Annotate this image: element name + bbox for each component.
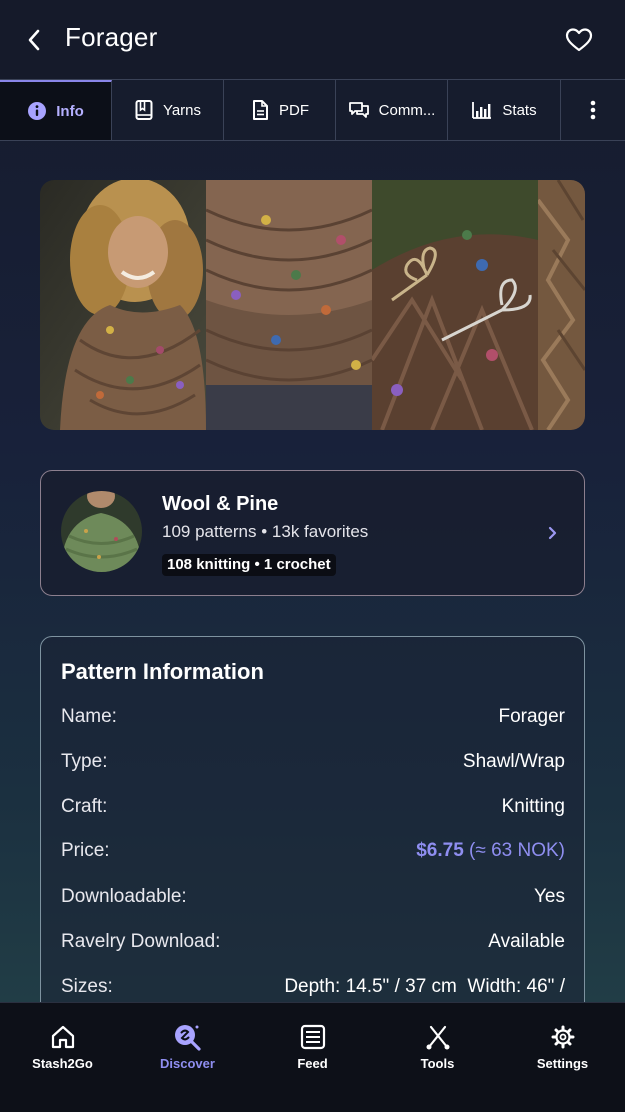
nav-label: Feed (297, 1056, 328, 1071)
chevron-left-icon (28, 29, 40, 51)
row-label: Name: (61, 706, 117, 727)
app-header: Forager (0, 0, 625, 80)
nav-tools[interactable]: Tools (375, 1003, 500, 1112)
discover-icon (174, 1025, 201, 1051)
info-row-downloadable: Downloadable: Yes (61, 883, 565, 911)
row-label: Downloadable: (61, 886, 187, 907)
info-row-ravelry-download: Ravelry Download: Available (61, 928, 565, 956)
price-amount: $6.75 (416, 840, 464, 861)
tab-yarns[interactable]: Yarns (112, 80, 224, 140)
nav-stash2go[interactable]: Stash2Go (0, 1003, 125, 1112)
favorite-button[interactable] (563, 24, 595, 56)
comments-icon (348, 100, 370, 120)
nav-feed[interactable]: Feed (250, 1003, 375, 1112)
section-title: Pattern Information (61, 659, 264, 684)
info-row-sizes: Sizes: Depth: 14.5" / 37 cm Width: 46" / (61, 973, 565, 1001)
row-value: Yes (534, 886, 565, 907)
info-icon (27, 101, 47, 121)
designer-stats: 109 patterns • 13k favorites (162, 522, 369, 541)
stats-icon (471, 100, 493, 120)
row-label: Sizes: (61, 976, 113, 997)
chevron-right-icon (548, 526, 557, 540)
tab-label: Comm... (378, 101, 436, 119)
more-menu-button[interactable] (561, 80, 625, 140)
price-converted: (≈ 63 NOK) (463, 840, 565, 861)
tab-label: Info (56, 102, 84, 120)
tab-bar: Info Yarns PDF Comm... Stats (0, 79, 625, 141)
settings-icon (551, 1025, 574, 1049)
info-row-type: Type: Shawl/Wrap (61, 748, 565, 776)
row-value: Forager (498, 706, 565, 727)
tab-comments[interactable]: Comm... (336, 80, 448, 140)
row-value: Knitting (501, 796, 565, 817)
feed-icon (300, 1024, 325, 1050)
info-row-price: Price: $6.75 (≈ 63 NOK) (61, 837, 565, 865)
tab-label: Stats (502, 101, 537, 119)
row-value: Depth: 14.5" / 37 cm Width: 46" / (284, 976, 565, 997)
pattern-photo[interactable] (206, 180, 372, 430)
row-value: Shawl/Wrap (462, 751, 565, 772)
nav-label: Discover (160, 1056, 215, 1071)
nav-label: Tools (420, 1056, 455, 1071)
more-vertical-icon (590, 100, 596, 120)
page-title: Forager (65, 22, 158, 52)
tab-info[interactable]: Info (0, 80, 112, 140)
pattern-photo[interactable] (40, 180, 206, 430)
tools-icon (426, 1025, 449, 1050)
info-row-name: Name: Forager (61, 703, 565, 731)
pattern-photo-gallery[interactable] (40, 180, 585, 430)
pattern-photo[interactable] (372, 180, 538, 430)
tab-stats[interactable]: Stats (448, 80, 561, 140)
row-label: Craft: (61, 796, 108, 817)
designer-name: Wool & Pine (162, 493, 279, 515)
price-value[interactable]: $6.75 (≈ 63 NOK) (416, 840, 565, 862)
pattern-photo[interactable] (538, 180, 585, 430)
row-label: Type: (61, 751, 108, 772)
book-icon (134, 99, 154, 121)
document-icon (250, 99, 270, 121)
row-label: Ravelry Download: (61, 931, 221, 952)
info-row-craft: Craft: Knitting (61, 793, 565, 821)
tab-label: PDF (279, 101, 309, 119)
back-button[interactable] (18, 22, 50, 58)
craft-count-badge: 108 knitting • 1 crochet (162, 554, 336, 576)
nav-label: Stash2Go (32, 1056, 93, 1071)
tab-pdf[interactable]: PDF (224, 80, 336, 140)
home-icon (51, 1025, 74, 1049)
bottom-navigation: Stash2Go Discover Feed Tools Settings (0, 1002, 625, 1112)
nav-settings[interactable]: Settings (500, 1003, 625, 1112)
tab-label: Yarns (162, 101, 202, 119)
row-label: Price: (61, 840, 110, 861)
heart-icon (565, 28, 593, 52)
designer-avatar (61, 491, 142, 572)
nav-discover[interactable]: Discover (125, 1003, 250, 1112)
designer-card[interactable]: Wool & Pine 109 patterns • 13k favorites… (40, 470, 585, 596)
pattern-information-card: Pattern Information Name: Forager Type: … (40, 636, 585, 1056)
nav-label: Settings (536, 1056, 589, 1071)
row-value: Available (488, 931, 565, 952)
